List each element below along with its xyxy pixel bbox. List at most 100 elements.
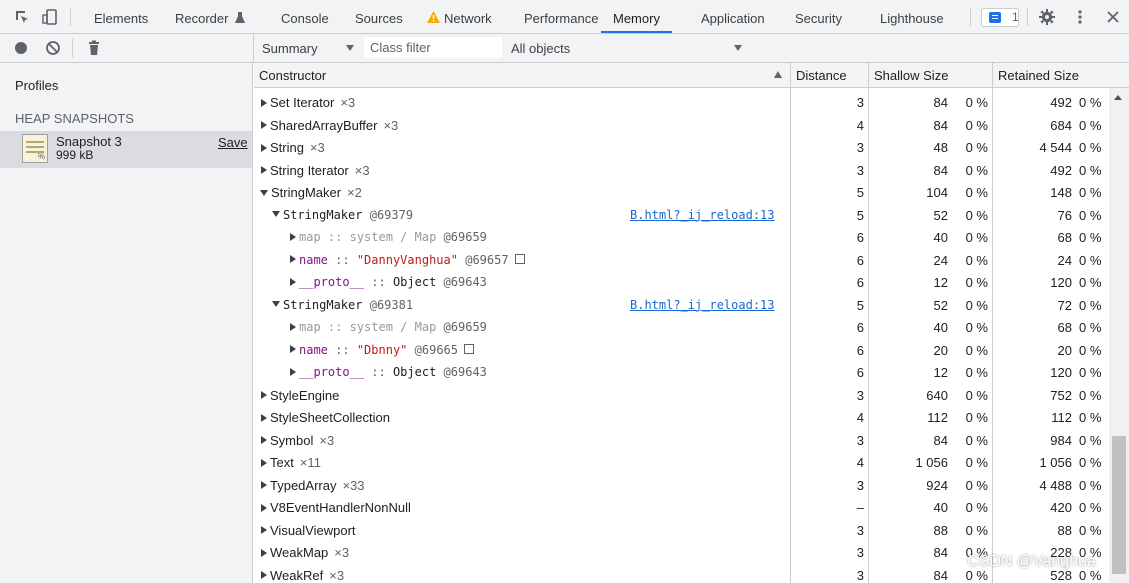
- table-row[interactable]: map :: system / Map @69659 6 40 0 % 68 0…: [254, 316, 1109, 339]
- expand-triangle-icon[interactable]: [261, 143, 267, 152]
- profile-toolbar: [0, 34, 253, 62]
- expand-triangle-icon[interactable]: [261, 98, 267, 107]
- table-row[interactable]: StyleEngine 3 640 0 % 752 0 %: [254, 384, 1109, 407]
- table-row[interactable]: VisualViewport 3 88 0 % 88 0 %: [254, 519, 1109, 542]
- expand-triangle-icon[interactable]: [261, 413, 267, 422]
- collect-garbage-icon[interactable]: [86, 40, 102, 56]
- collapse-triangle-icon[interactable]: [260, 189, 268, 196]
- shallow-size-value: 40: [933, 500, 948, 515]
- tab-lighthouse[interactable]: Lighthouse: [880, 0, 944, 33]
- expand-triangle-icon[interactable]: [290, 345, 296, 353]
- expand-triangle-icon[interactable]: [261, 481, 267, 490]
- column-header-retained-size[interactable]: Retained Size: [992, 63, 1129, 88]
- table-row[interactable]: SharedArrayBuffer ×3 4 84 0 % 684 0 %: [254, 114, 1109, 137]
- expand-triangle-icon[interactable]: [290, 232, 296, 241]
- expand-triangle-icon[interactable]: [261, 121, 267, 130]
- tab-network[interactable]: Network: [427, 0, 492, 33]
- expand-triangle-icon[interactable]: [261, 436, 267, 445]
- tab-recorder[interactable]: Recorder: [175, 0, 246, 33]
- issues-counter-button[interactable]: 1: [981, 8, 1019, 27]
- expand-triangle-icon[interactable]: [290, 277, 296, 286]
- more-vert-icon[interactable]: [1072, 9, 1088, 25]
- table-row[interactable]: name :: "Dbnny" @69665 6 20 0 % 20 0 %: [254, 339, 1109, 362]
- filter-toolbar: Summary All objects: [253, 34, 1129, 62]
- column-header-distance[interactable]: Distance: [790, 63, 868, 88]
- table-row[interactable]: Set Iterator ×3 3 84 0 % 492 0 %: [254, 91, 1109, 114]
- recorder-flask-icon: [235, 1, 246, 38]
- source-link[interactable]: B.html?_ij_reload:13: [630, 204, 775, 227]
- shallow-size-value: 24: [933, 252, 948, 268]
- table-row[interactable]: TypedArray ×33 3 924 0 % 4 488 0 %: [254, 474, 1109, 497]
- object-id: @69659: [443, 230, 487, 244]
- inspect-icon[interactable]: [14, 9, 30, 25]
- scrollbar-thumb[interactable]: [1112, 436, 1126, 574]
- expand-triangle-icon[interactable]: [290, 367, 296, 376]
- table-row[interactable]: StringMaker @69381 B.html?_ij_reload:13 …: [254, 294, 1109, 317]
- retained-size-value: 20: [1057, 342, 1072, 358]
- tab-network-label: Network: [444, 11, 492, 26]
- collapse-triangle-icon[interactable]: [272, 211, 280, 217]
- shallow-size-percent: 0 %: [965, 207, 988, 223]
- table-row[interactable]: Symbol ×3 3 84 0 % 984 0 %: [254, 429, 1109, 452]
- table-row[interactable]: StyleSheetCollection 4 112 0 % 112 0 %: [254, 406, 1109, 429]
- class-filter-input[interactable]: [364, 37, 502, 58]
- table-row[interactable]: StringMaker ×2 5 104 0 % 148 0 %: [254, 181, 1109, 204]
- chevron-down-icon: [734, 45, 742, 51]
- expand-triangle-icon[interactable]: [261, 166, 267, 175]
- tab-memory[interactable]: Memory: [601, 0, 672, 33]
- collapse-triangle-icon[interactable]: [272, 301, 280, 307]
- table-row[interactable]: Text ×11 4 1 056 0 % 1 056 0 %: [254, 451, 1109, 474]
- table-row[interactable]: __proto__ :: Object @69643 6 12 0 % 120 …: [254, 361, 1109, 384]
- tab-console[interactable]: Console: [281, 0, 329, 33]
- profiles-title: Profiles: [15, 78, 59, 93]
- device-toolbar-icon[interactable]: [42, 9, 58, 25]
- chevron-down-icon: [346, 45, 354, 51]
- constructor-name: StyleSheetCollection: [270, 410, 390, 425]
- expand-triangle-icon[interactable]: [261, 526, 267, 535]
- object-id: @69665: [414, 342, 458, 357]
- constructor-name: Symbol: [270, 432, 314, 448]
- gear-icon[interactable]: [1039, 9, 1055, 25]
- column-header-constructor[interactable]: Constructor: [254, 63, 790, 88]
- expand-triangle-icon[interactable]: [290, 322, 296, 331]
- tab-elements[interactable]: Elements: [94, 0, 148, 33]
- table-row[interactable]: String Iterator ×3 3 84 0 % 492 0 %: [254, 159, 1109, 182]
- tab-recorder-label: Recorder: [175, 11, 229, 26]
- heap-snapshot-icon: %: [22, 134, 48, 163]
- table-row[interactable]: name :: "DannyVanghua" @69657 6 24 0 % 2…: [254, 249, 1109, 272]
- tab-application[interactable]: Application: [701, 0, 765, 33]
- store-as-global-icon[interactable]: [514, 254, 525, 264]
- constructor-name: StringMaker: [271, 185, 342, 200]
- constructor-name: String: [270, 140, 304, 155]
- expand-triangle-icon[interactable]: [261, 548, 267, 557]
- distance-value: 4: [856, 455, 864, 470]
- table-row[interactable]: V8EventHandlerNonNull – 40 0 % 420 0 %: [254, 496, 1109, 519]
- shallow-size-value: 52: [933, 297, 948, 313]
- tab-sources[interactable]: Sources: [355, 0, 403, 33]
- snapshot-save-link[interactable]: Save: [218, 135, 248, 150]
- clear-icon[interactable]: [45, 40, 61, 56]
- property-separator: ::: [327, 320, 343, 334]
- store-as-global-icon[interactable]: [464, 344, 474, 354]
- tab-performance[interactable]: Performance: [524, 0, 598, 33]
- expand-triangle-icon[interactable]: [261, 503, 267, 512]
- expand-triangle-icon[interactable]: [261, 571, 267, 580]
- snapshot-item[interactable]: % Snapshot 3 999 kB Save: [0, 131, 252, 168]
- table-row[interactable]: String ×3 3 48 0 % 4 544 0 %: [254, 136, 1109, 159]
- scroll-up-arrow-icon[interactable]: [1114, 95, 1122, 100]
- vertical-scrollbar[interactable]: [1109, 88, 1129, 583]
- table-row[interactable]: map :: system / Map @69659 6 40 0 % 68 0…: [254, 226, 1109, 249]
- record-icon[interactable]: [13, 40, 29, 56]
- expand-triangle-icon[interactable]: [290, 255, 296, 263]
- expand-triangle-icon[interactable]: [261, 458, 267, 467]
- expand-triangle-icon[interactable]: [261, 391, 267, 400]
- property-separator: ::: [335, 342, 350, 357]
- distance-value: 5: [856, 297, 864, 313]
- column-header-shallow-size[interactable]: Shallow Size: [868, 63, 992, 88]
- tab-security[interactable]: Security: [795, 0, 842, 33]
- table-row[interactable]: __proto__ :: Object @69643 6 12 0 % 120 …: [254, 271, 1109, 294]
- close-icon[interactable]: [1105, 9, 1121, 25]
- shallow-size-percent: 0 %: [965, 117, 988, 133]
- source-link[interactable]: B.html?_ij_reload:13: [630, 294, 775, 317]
- table-row[interactable]: StringMaker @69379 B.html?_ij_reload:13 …: [254, 204, 1109, 227]
